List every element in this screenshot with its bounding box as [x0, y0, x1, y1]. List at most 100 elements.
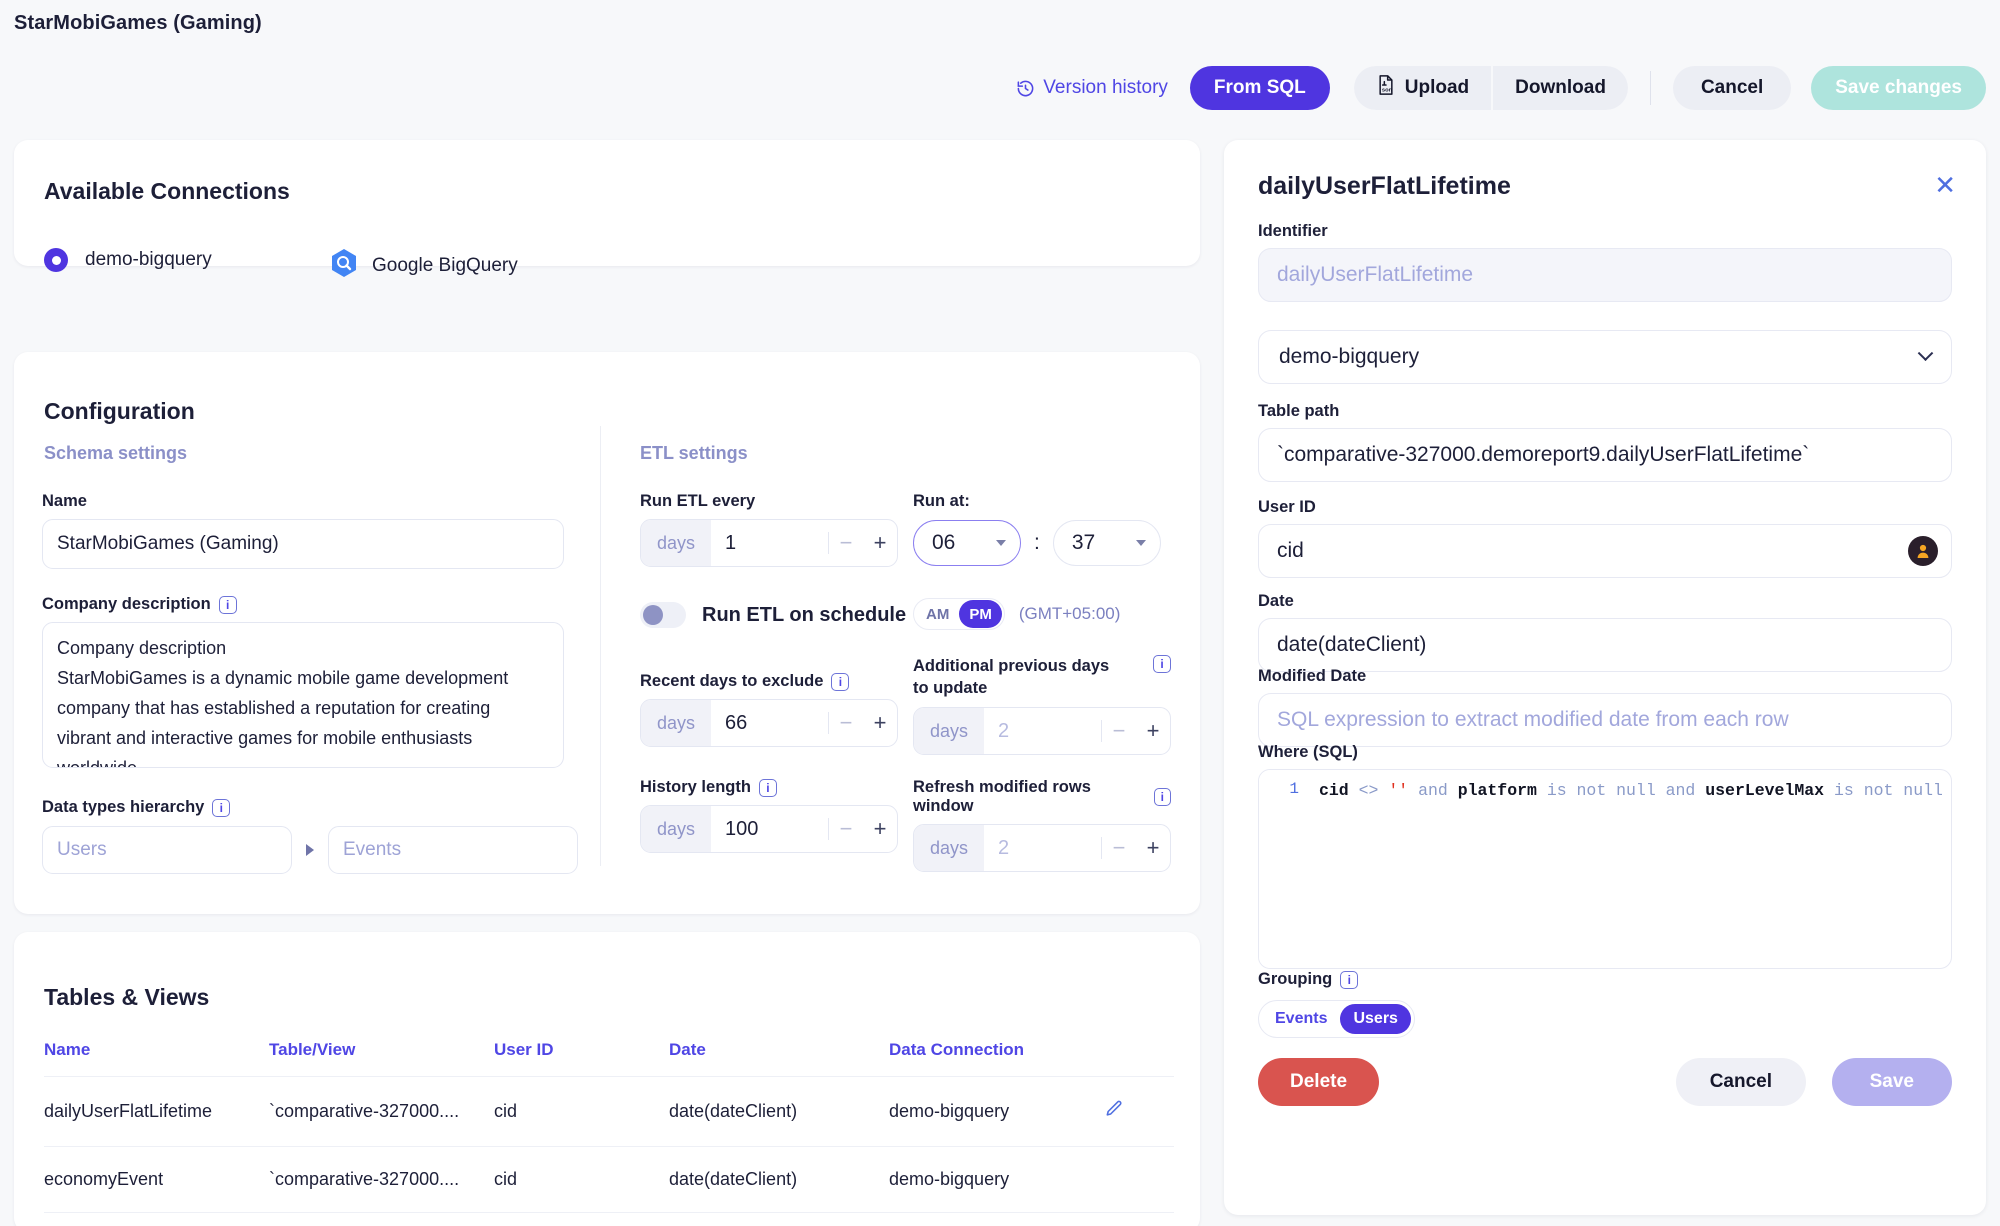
recent-days-unit: days	[641, 700, 712, 746]
chevron-down-icon	[996, 540, 1006, 546]
download-button[interactable]: Download	[1493, 66, 1628, 110]
table-row[interactable]: dailyUserFlatLifetime `comparative-32700…	[44, 1076, 1174, 1147]
info-icon[interactable]: i	[218, 595, 237, 614]
grouping-label: Grouping i	[1258, 970, 1415, 989]
connection-provider: Google BigQuery	[330, 248, 518, 284]
info-icon[interactable]: i	[831, 672, 850, 691]
am-option[interactable]: AM	[916, 600, 959, 628]
decrement-button[interactable]: −	[829, 710, 863, 736]
tables-views-title: Tables & Views	[44, 984, 210, 1010]
recent-days-label: Recent days to exclude i	[640, 672, 898, 691]
grouping-option-events[interactable]: Events	[1262, 1004, 1340, 1034]
top-bar: StarMobiGames (Gaming) Version history F…	[0, 0, 2000, 124]
hierarchy-events-input[interactable]	[328, 826, 578, 874]
run-etl-every-label: Run ETL every	[640, 492, 898, 511]
identifier-input[interactable]	[1258, 248, 1952, 302]
cell-user-id: cid	[494, 1146, 669, 1213]
increment-button[interactable]: +	[1136, 835, 1170, 861]
date-input[interactable]	[1258, 618, 1952, 672]
column-header-name: Name	[44, 1040, 91, 1059]
refresh-window-input[interactable]	[984, 836, 1101, 860]
info-icon[interactable]: i	[1340, 970, 1359, 989]
panel-cancel-button[interactable]: Cancel	[1675, 1058, 1806, 1106]
connection-select[interactable]: demo-bigquery	[1258, 330, 1952, 384]
where-sql-code[interactable]: cid <> '' and platform is not null and u…	[1311, 770, 1951, 968]
increment-button[interactable]: +	[1136, 718, 1170, 744]
recent-days-input[interactable]	[711, 711, 828, 735]
run-etl-every-input[interactable]	[711, 531, 828, 555]
grouping-option-users[interactable]: Users	[1340, 1004, 1411, 1034]
table-path-input[interactable]	[1258, 428, 1952, 482]
run-etl-schedule-toggle[interactable]	[640, 602, 686, 628]
decrement-button[interactable]: −	[1102, 835, 1136, 861]
decrement-button[interactable]: −	[829, 530, 863, 556]
recent-days-stepper[interactable]: days − +	[640, 699, 898, 747]
where-sql-editor[interactable]: 1 cid <> '' and platform is not null and…	[1258, 769, 1952, 969]
increment-button[interactable]: +	[863, 530, 897, 556]
time-separator: :	[1034, 531, 1040, 554]
name-input[interactable]	[42, 519, 564, 569]
history-length-unit: days	[641, 806, 712, 852]
info-icon[interactable]: i	[1153, 655, 1171, 673]
decrement-button[interactable]: −	[829, 816, 863, 842]
connection-item-demo-bigquery[interactable]: demo-bigquery	[44, 248, 212, 272]
run-at-hour-select[interactable]: 06	[913, 520, 1021, 566]
run-etl-every-unit: days	[641, 520, 712, 566]
info-icon[interactable]: i	[1153, 788, 1171, 806]
meridiem-row: AM PM (GMT+05:00)	[913, 598, 1120, 630]
table-row[interactable]: iapUnpivot iapUnpivot.sql cid date(dateC…	[44, 1212, 1174, 1226]
history-length-stepper[interactable]: days − +	[640, 805, 898, 853]
edit-pencil-icon[interactable]	[1104, 1100, 1124, 1123]
connection-select-value: demo-bigquery	[1279, 345, 1420, 368]
where-sql-label: Where (SQL)	[1258, 743, 1952, 762]
run-at-minute-select[interactable]: 37	[1052, 520, 1161, 566]
from-sql-button[interactable]: From SQL	[1189, 66, 1330, 110]
where-sql-label-text: Where (SQL)	[1258, 743, 1358, 761]
info-icon[interactable]: i	[758, 778, 777, 797]
cell-table-view: iapUnpivot.sql	[269, 1212, 494, 1226]
table-row[interactable]: economyEvent `comparative-327000.... cid…	[44, 1146, 1174, 1213]
close-icon[interactable]: ✕	[1934, 172, 1956, 198]
version-history-button[interactable]: Version history	[1016, 77, 1168, 99]
refresh-window-label: Refresh modified rows window i	[913, 778, 1171, 816]
run-etl-every-stepper[interactable]: days − +	[640, 519, 898, 567]
user-id-input[interactable]	[1258, 524, 1952, 578]
table-path-label-text: Table path	[1258, 402, 1340, 420]
increment-button[interactable]: +	[863, 710, 897, 736]
decrement-button[interactable]: −	[1102, 718, 1136, 744]
chevron-down-icon	[1917, 344, 1934, 361]
increment-button[interactable]: +	[863, 816, 897, 842]
pm-option[interactable]: PM	[959, 600, 1002, 628]
hierarchy-users-input[interactable]	[42, 826, 292, 874]
additional-days-stepper[interactable]: days − +	[913, 707, 1171, 755]
cell-table-view: `comparative-327000....	[269, 1076, 494, 1147]
save-changes-button[interactable]: Save changes	[1811, 66, 1986, 110]
user-avatar-icon[interactable]	[1908, 536, 1938, 566]
meridiem-toggle[interactable]: AM PM	[913, 598, 1005, 630]
info-icon[interactable]: i	[212, 798, 231, 817]
table-header-row: Name Table/View User ID Date Data Connec…	[44, 1040, 1174, 1077]
identifier-label-text: Identifier	[1258, 222, 1328, 240]
cancel-button[interactable]: Cancel	[1672, 66, 1792, 110]
delete-button[interactable]: Delete	[1258, 1058, 1380, 1106]
history-length-input[interactable]	[711, 817, 828, 841]
table-path-label: Table path	[1258, 402, 1952, 421]
additional-days-label-text: Additional previous days to update	[913, 657, 1110, 697]
name-label: Name	[42, 492, 564, 511]
modified-date-input[interactable]	[1258, 693, 1952, 747]
upload-button[interactable]: son Upload	[1353, 66, 1492, 110]
date-label: Date	[1258, 592, 1952, 611]
panel-save-button[interactable]: Save	[1831, 1058, 1952, 1106]
company-description-textarea[interactable]	[42, 622, 564, 768]
cell-user-id: cid	[494, 1212, 669, 1226]
config-divider	[600, 426, 601, 866]
grouping-label-text: Grouping	[1258, 970, 1333, 988]
cell-table-view: `comparative-327000....	[269, 1146, 494, 1213]
recent-days-label-text: Recent days to exclude	[640, 672, 824, 690]
additional-days-input[interactable]	[984, 719, 1101, 743]
run-at-hour-value: 06	[932, 531, 956, 554]
cell-date: date(dateClient)	[669, 1076, 889, 1147]
refresh-window-label-text: Refresh modified rows window	[913, 778, 1091, 815]
refresh-window-stepper[interactable]: days − +	[913, 824, 1171, 872]
radio-selected-icon[interactable]	[44, 248, 68, 272]
